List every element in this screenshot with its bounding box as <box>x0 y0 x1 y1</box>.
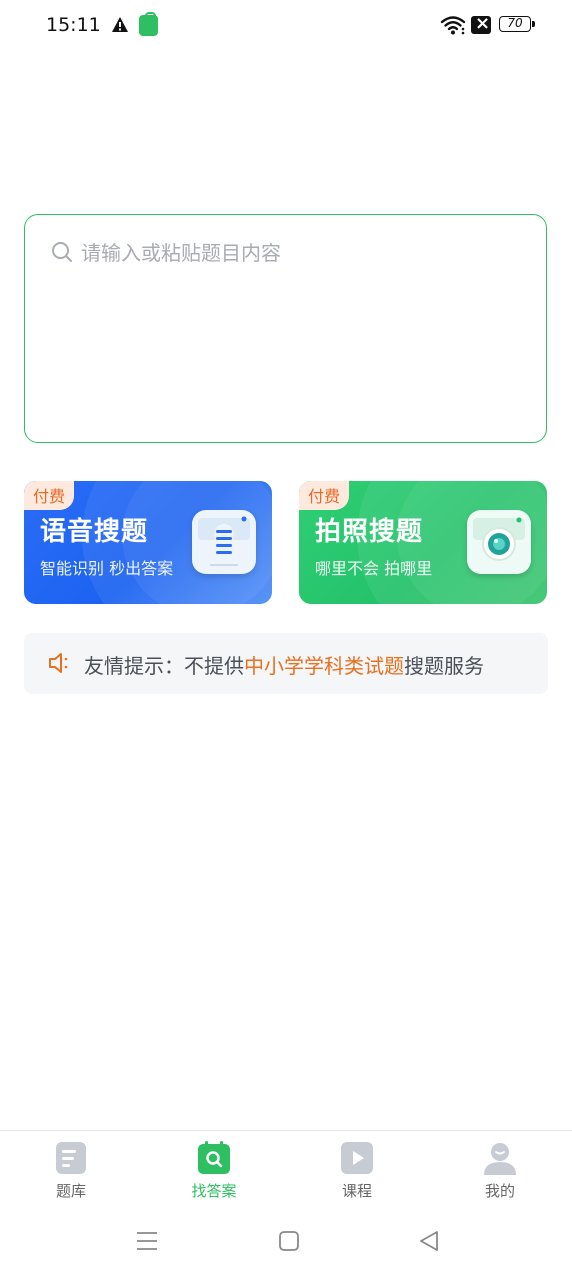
speaker-icon <box>49 653 68 673</box>
card-title: 拍照搜题 <box>315 517 424 547</box>
tab-label: 找答案 <box>191 1182 237 1200</box>
wifi-icon <box>440 16 466 35</box>
app-notification-icon <box>139 12 158 36</box>
no-sim-icon <box>471 13 491 34</box>
camera-icon <box>467 510 531 574</box>
tab-profile[interactable]: 我的 <box>455 1141 545 1201</box>
search-icon <box>52 242 72 262</box>
battery-icon: 70 <box>499 16 535 32</box>
notice-suffix: 搜题服务 <box>404 654 484 678</box>
card-title: 语音搜题 <box>40 517 149 547</box>
search-answer-icon <box>197 1141 231 1175</box>
notice-banner: 友情提示：不提供中小学学科类试题搜题服务 <box>24 633 548 694</box>
menu-icon[interactable] <box>136 1230 158 1252</box>
paid-badge: 付费 <box>299 481 350 510</box>
document-icon <box>54 1141 88 1175</box>
microphone-icon <box>192 510 256 574</box>
tab-find-answer[interactable]: 找答案 <box>169 1141 259 1201</box>
system-nav-bar <box>0 1210 572 1280</box>
tab-question-bank[interactable]: 题库 <box>26 1141 116 1201</box>
back-icon[interactable] <box>418 1230 440 1252</box>
notice-text: 友情提示：不提供中小学学科类试题搜题服务 <box>84 650 484 679</box>
bottom-tab-bar: 题库 找答案 课程 我的 <box>0 1130 572 1211</box>
voice-search-card[interactable]: 付费 语音搜题 智能识别 秒出答案 <box>24 481 272 604</box>
tab-label: 课程 <box>341 1182 372 1200</box>
notice-highlight: 中小学学科类试题 <box>244 654 404 678</box>
card-subtitle: 哪里不会 拍哪里 <box>315 559 433 578</box>
battery-level: 70 <box>507 16 523 30</box>
tab-label: 题库 <box>55 1182 86 1200</box>
status-time: 15:11 <box>46 14 101 36</box>
paid-badge: 付费 <box>24 481 75 510</box>
search-input[interactable]: 请输入或粘贴题目内容 <box>24 214 547 443</box>
tab-label: 我的 <box>484 1182 515 1200</box>
tab-courses[interactable]: 课程 <box>312 1141 402 1201</box>
warning-icon <box>112 17 128 32</box>
play-icon <box>340 1141 374 1175</box>
notice-prefix: 友情提示：不提供 <box>84 654 244 678</box>
search-placeholder: 请输入或粘贴题目内容 <box>81 241 281 265</box>
home-icon[interactable] <box>278 1230 300 1252</box>
status-bar: 15:11 70 <box>0 0 572 52</box>
photo-search-card[interactable]: 付费 拍照搜题 哪里不会 拍哪里 <box>299 481 547 604</box>
user-icon <box>483 1141 517 1175</box>
card-subtitle: 智能识别 秒出答案 <box>40 559 174 578</box>
